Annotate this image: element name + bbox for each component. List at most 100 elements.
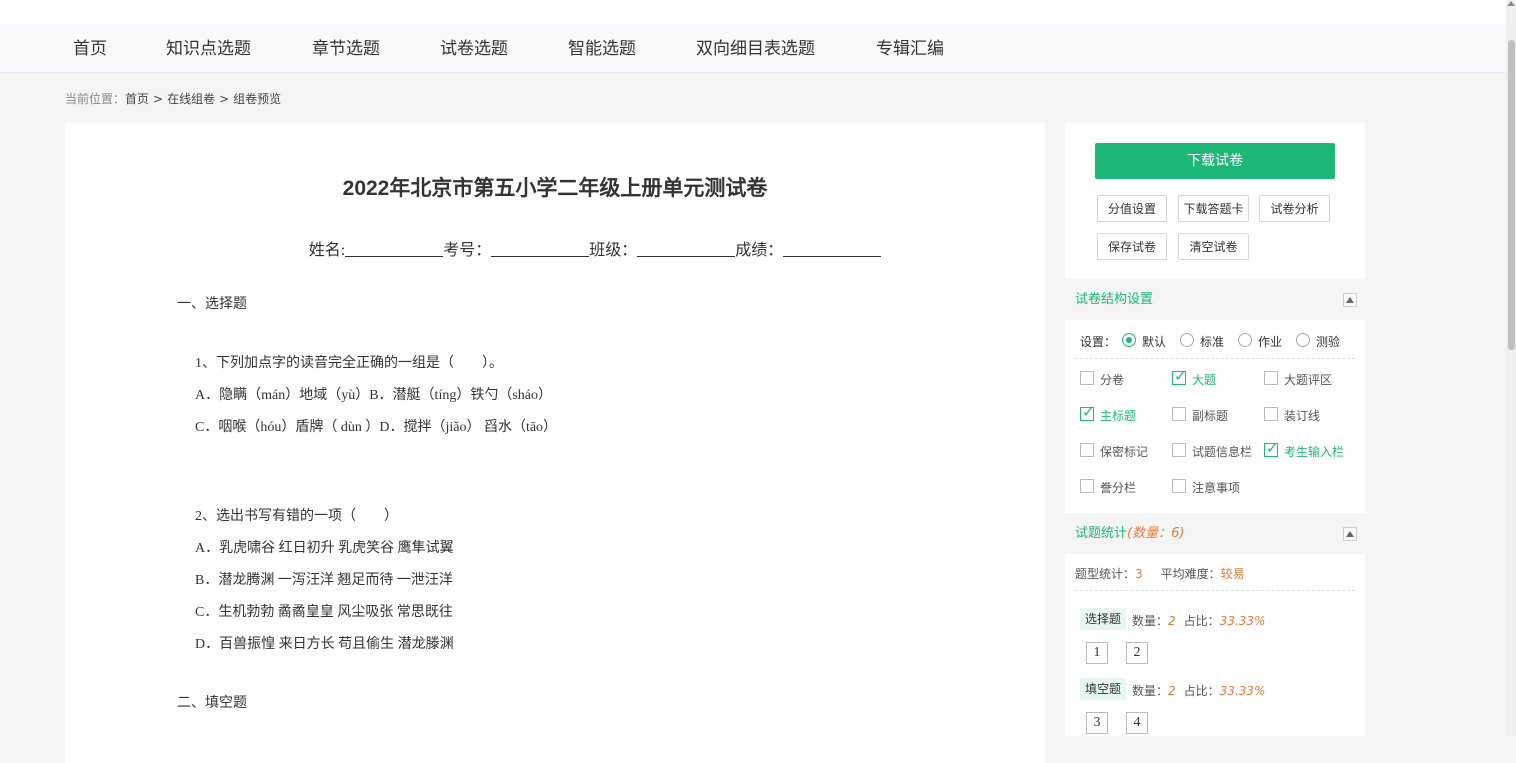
score-setting-button[interactable]: 分值设置 [1097,195,1167,222]
question-2-option: D．百兽振惶 来日方长 苟且偷生 潜龙滕渊 [195,637,454,652]
class-label: 班级： [589,242,638,259]
collapse-icon[interactable] [1343,527,1357,541]
section-heading: 一、选择题 [177,297,247,312]
checkbox-confidential[interactable] [1080,443,1094,457]
paper-preview [65,123,1045,763]
ratio-value: 33.33% [1219,614,1266,628]
question-1-stem[interactable]: 1、下列加点字的读音完全正确的一组是（ ）。 [195,352,503,372]
paper-analysis-button[interactable]: 试卷分析 [1259,195,1330,222]
nav-knowledge[interactable]: 知识点选题 [166,24,251,72]
divider [1075,590,1355,591]
name-blank [345,240,444,257]
collapse-icon[interactable] [1343,293,1357,307]
stats-panel-header[interactable]: 试题统计(数量：6) [1065,514,1365,554]
radio-label: 默认 [1142,335,1167,349]
ratio-label: 占比： [1183,614,1220,628]
checkbox-section[interactable] [1172,367,1187,385]
nav-chapter[interactable]: 章节选题 [312,24,380,72]
download-answer-card-button[interactable]: 下载答题卡 [1178,195,1249,222]
clear-paper-button[interactable]: 清空试卷 [1178,233,1249,260]
save-paper-button[interactable]: 保存试卷 [1097,233,1167,260]
question-number-box[interactable]: 1 [1086,642,1108,664]
count-label: 数量： [1132,614,1169,628]
radio-label: 作业 [1258,335,1283,349]
question-number-box[interactable]: 4 [1126,712,1148,734]
count-label: 数量： [1132,684,1169,698]
type-tag-choice: 选择题 [1080,608,1127,630]
question-2-option: B．潜龙腾渊 一泻汪洋 翘足而待 一泄汪洋 [195,573,453,588]
checkbox-score-column[interactable] [1080,479,1094,493]
count-value: 2 [1168,614,1176,628]
stats-panel-title: 试题统计(数量：6) [1075,514,1184,554]
paper-title[interactable]: 2022年北京市第五小学二年级上册单元测试卷 [0,172,1110,202]
checkbox-label: 考生输入栏 [1284,445,1345,459]
top-bar [0,0,1506,24]
ratio-label: 占比： [1183,684,1220,698]
type-tag-fill: 填空题 [1080,678,1127,700]
question-2-stem[interactable]: 2、选出书写有错的一项（ ） [195,505,398,525]
checkbox-label: 注意事项 [1192,481,1241,495]
checkbox-label: 誊分栏 [1100,481,1137,495]
checkbox-student-input[interactable] [1264,439,1279,457]
score-blank [783,240,882,257]
stats-summary: 题型统计：3 平均难度：较易 [1075,565,1245,582]
radio-default[interactable] [1122,333,1136,347]
nav-two-way-table[interactable]: 双向细目表选题 [696,24,815,72]
exam-no-label: 考号： [443,242,492,259]
difficulty-value: 较易 [1220,567,1245,581]
question-2-option: A．乳虎啸谷 红日初升 乳虎笑谷 鹰隼试翼 [195,541,454,556]
checkbox-notes[interactable] [1172,479,1186,493]
scrollbar-thumb[interactable] [1508,40,1515,350]
checkbox-label: 大题 [1192,373,1217,387]
difficulty-label: 平均难度： [1160,567,1221,581]
question-number-box[interactable]: 3 [1086,712,1108,734]
exam-no-blank [491,240,590,257]
breadcrumb-online[interactable]: 在线组卷 [167,92,215,106]
checkbox-question-info[interactable] [1172,443,1186,457]
checkbox-subtitle[interactable] [1172,407,1186,421]
checkbox-main-title[interactable] [1080,403,1095,421]
type-count-value: 3 [1135,567,1143,581]
question-number-box[interactable]: 2 [1126,642,1148,664]
type-stat-choice: 数量：2 占比：33.33% [1132,612,1265,629]
breadcrumb: 当前位置：首页 > 在线组卷 > 组卷预览 [65,90,281,107]
class-blank [637,240,736,257]
nav-smart[interactable]: 智能选题 [568,24,636,72]
structure-panel-title: 试卷结构设置 [1075,292,1154,307]
checkbox-binding-line[interactable] [1264,407,1278,421]
nav-album[interactable]: 专辑汇编 [876,24,944,72]
breadcrumb-sep: > [153,92,164,106]
radio-label: 测验 [1316,335,1341,349]
stats-count: (数量：6) [1127,526,1185,541]
stats-title: 试题统计 [1075,526,1128,541]
breadcrumb-current: 组卷预览 [233,92,282,106]
nav-paper[interactable]: 试卷选题 [440,24,508,72]
student-info-line[interactable]: 姓名: 考号： 班级： 成绩： [0,236,1190,260]
setting-label: 设置： [1080,335,1117,349]
radio-quiz[interactable] [1296,333,1310,347]
checkbox-label: 装订线 [1284,409,1321,423]
count-value: 2 [1168,684,1176,698]
structure-panel-header[interactable]: 试卷结构设置 [1065,280,1365,320]
main-nav: 首页 知识点选题 章节选题 试卷选题 智能选题 双向细目表选题 专辑汇编 [0,24,1506,73]
ratio-value: 33.33% [1219,684,1266,698]
type-count-label: 题型统计： [1075,567,1136,581]
question-2-option: C．生机勃勃 矞矞皇皇 风尘吸张 常思既往 [195,605,453,620]
checkbox-label: 主标题 [1100,409,1137,423]
question-1-option: C．咽喉（hóu）盾牌（ dùn ）D．搅拌（jiǎo） 舀水（tāo） [195,420,558,435]
type-stat-fill: 数量：2 占比：33.33% [1132,682,1265,699]
radio-label: 标准 [1200,335,1225,349]
question-1-option: A．隐瞒（mán）地域（yù）B．潜艇（tíng）铁勺（sháo） [195,388,552,403]
checkbox-label: 试题信息栏 [1192,445,1253,459]
checkbox-section-grading[interactable] [1264,371,1278,385]
download-paper-button[interactable]: 下载试卷 [1095,143,1335,179]
scroll-up-arrow-icon[interactable] [1507,1,1515,6]
section-heading: 二、填空题 [177,696,247,711]
nav-home[interactable]: 首页 [73,24,107,72]
breadcrumb-sep: > [219,92,230,106]
checkbox-split[interactable] [1080,371,1094,385]
breadcrumb-home[interactable]: 首页 [125,92,149,106]
radio-standard[interactable] [1180,333,1194,347]
checkbox-label: 分卷 [1100,373,1125,387]
radio-homework[interactable] [1238,333,1252,347]
